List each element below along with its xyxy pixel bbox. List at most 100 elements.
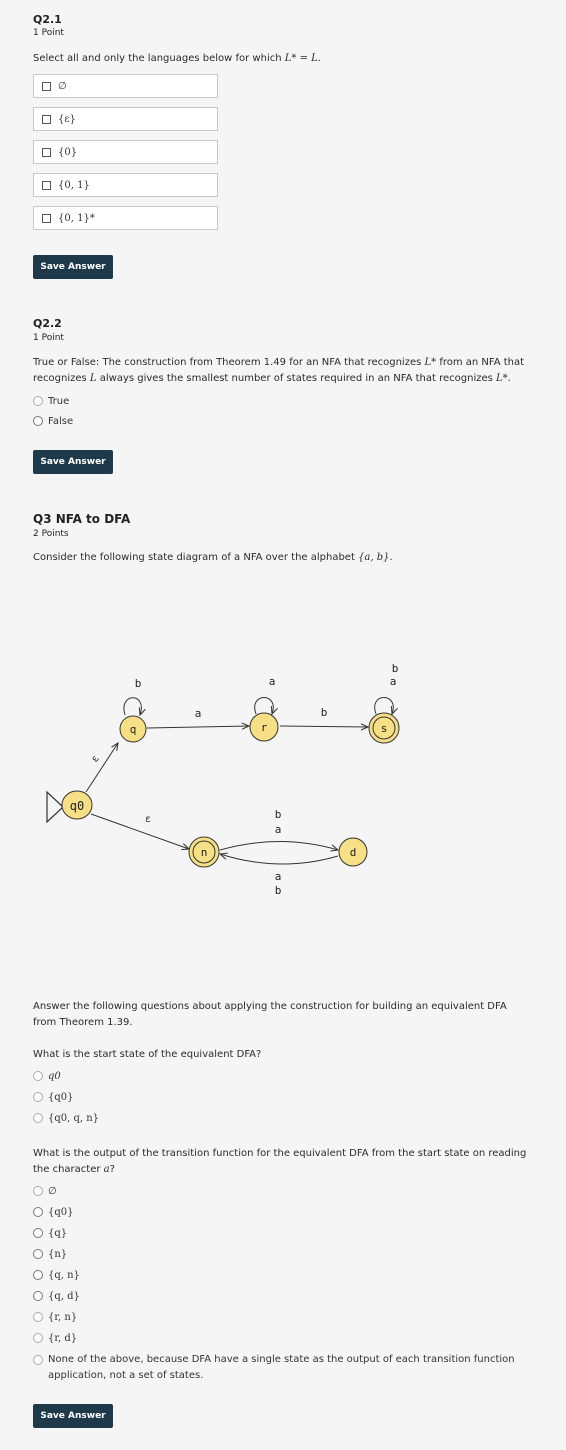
checkbox[interactable]: [42, 114, 51, 124]
q22-points: 1 Point: [33, 333, 64, 343]
radio-button[interactable]: [33, 1228, 43, 1238]
radio-button[interactable]: [33, 1071, 43, 1081]
state-n-accept: n: [188, 836, 220, 868]
q22-prompt-part: .: [507, 373, 511, 384]
q22-option-true[interactable]: True: [33, 393, 69, 409]
q3-sub2-option-none[interactable]: None of the above, because DFA have a si…: [33, 1352, 515, 1384]
q22-number: Q2.2: [33, 317, 62, 330]
radio-button[interactable]: [33, 1270, 43, 1280]
q21-prompt-text: Select all and only the languages below …: [33, 53, 285, 64]
radio-button[interactable]: [33, 1113, 43, 1123]
radio-button[interactable]: [33, 416, 43, 426]
option-label: {0, 1}: [58, 179, 90, 191]
checkbox[interactable]: [42, 147, 51, 157]
q3-points: 2 Points: [33, 529, 69, 539]
q21-save-button[interactable]: Save Answer: [33, 255, 113, 279]
edge-label: a: [275, 870, 282, 883]
q21-number: Q2.1: [33, 13, 62, 26]
q21-option-epsilon[interactable]: {ε}: [33, 107, 218, 131]
q3-sub2-line: What is the output of the transition fun…: [33, 1148, 527, 1159]
q3-sub1-question: What is the start state of the equivalen…: [33, 1049, 262, 1060]
q3-intro-line: from Theorem 1.39.: [33, 1017, 133, 1028]
q22-prompt-math: L*: [424, 357, 437, 368]
radio-button[interactable]: [33, 1291, 43, 1301]
option-label: ∅: [58, 80, 67, 92]
q3-sub2-line: the character: [33, 1164, 104, 1175]
checkbox[interactable]: [42, 81, 51, 91]
q22-save-button[interactable]: Save Answer: [33, 450, 113, 474]
option-label: {q0}: [48, 1206, 74, 1218]
radio-button[interactable]: [33, 1355, 43, 1365]
q3-sub2-option-q[interactable]: {q}: [33, 1225, 67, 1241]
edge-q0-n: [90, 813, 189, 849]
radio-button[interactable]: [33, 396, 43, 406]
q3-sub2-option-r-d[interactable]: {r, d}: [33, 1330, 77, 1346]
edge-label: b: [275, 808, 282, 821]
option-label: q0: [48, 1070, 61, 1082]
checkbox[interactable]: [42, 180, 51, 190]
q3-sub2-option-n[interactable]: {n}: [33, 1246, 67, 1262]
q21-option-zero-one[interactable]: {0, 1}: [33, 173, 218, 197]
loop-s: [374, 697, 394, 715]
option-label: False: [48, 415, 74, 427]
q3-title: Q3 NFA to DFA: [33, 512, 131, 526]
edge-n-d: [219, 841, 338, 851]
q22-prompt-part: always gives the smallest number of stat…: [96, 373, 497, 384]
option-label: {r, n}: [48, 1311, 78, 1323]
option-label: True: [48, 395, 70, 407]
edge-label: ε: [145, 814, 151, 825]
q3-sub2-option-empty[interactable]: ∅: [33, 1183, 57, 1199]
q3-sub2-option-q-d[interactable]: {q, d}: [33, 1288, 80, 1304]
q3-sub2-option-r-n[interactable]: {r, n}: [33, 1309, 77, 1325]
option-label: {ε}: [58, 113, 76, 125]
state-label: q: [130, 723, 137, 736]
radio-button[interactable]: [33, 1207, 43, 1217]
state-label: n: [201, 846, 208, 859]
edge-label: b: [275, 884, 282, 897]
q22-prompt-part: True or False: The construction from The…: [33, 357, 425, 368]
edge-q0-q: [85, 743, 118, 793]
edge-label: a: [269, 675, 276, 688]
state-label: s: [381, 722, 388, 735]
q22-prompt-part: from an NFA that: [436, 357, 525, 368]
state-label: q0: [70, 799, 84, 813]
edge-label: b: [135, 677, 142, 690]
q21-option-zero-one-star[interactable]: {0, 1}*: [33, 206, 218, 230]
edge-r-s: [279, 726, 368, 727]
state-q0: q0: [61, 790, 93, 820]
radio-button[interactable]: [33, 1333, 43, 1343]
q3-sub1-option-set-q0-q-n[interactable]: {q0, q, n}: [33, 1110, 99, 1126]
q3-sub1-option-q0[interactable]: q0: [33, 1068, 61, 1084]
state-q: q: [119, 715, 147, 743]
q21-option-empty-set[interactable]: ∅: [33, 74, 218, 98]
state-r: r: [249, 712, 279, 742]
q3-prompt-text: Consider the following state diagram of …: [33, 552, 359, 563]
q3-sub2-option-q-n[interactable]: {q, n}: [33, 1267, 80, 1283]
start-arrow-icon: [46, 790, 64, 824]
option-label: {n}: [48, 1248, 68, 1260]
state-s-accept: s: [368, 712, 400, 744]
radio-button[interactable]: [33, 1312, 43, 1322]
option-label: {r, d}: [48, 1332, 78, 1344]
q22-prompt-part: recognizes: [33, 373, 90, 384]
checkbox[interactable]: [42, 213, 51, 223]
edge-label: b: [392, 662, 399, 675]
option-label: {q}: [48, 1227, 68, 1239]
option-label: {q0, q, n}: [48, 1112, 100, 1124]
q22-prompt-math: L*: [496, 373, 508, 384]
q3-save-button[interactable]: Save Answer: [33, 1404, 113, 1428]
edge-label: a: [275, 823, 282, 836]
q3-sub2-option-q0[interactable]: {q0}: [33, 1204, 74, 1220]
q3-prompt: Consider the following state diagram of …: [33, 550, 393, 566]
radio-button[interactable]: [33, 1186, 43, 1196]
q3-sub1-option-set-q0[interactable]: {q0}: [33, 1089, 74, 1105]
q22-option-false[interactable]: False: [33, 413, 73, 429]
edge-label: a: [195, 707, 202, 720]
q21-prompt-math: L* = L.: [284, 53, 321, 64]
edge-label: ε: [89, 753, 101, 764]
radio-button[interactable]: [33, 1092, 43, 1102]
radio-button[interactable]: [33, 1249, 43, 1259]
q3-sub2-line: ?: [109, 1164, 115, 1175]
q21-option-zero[interactable]: {0}: [33, 140, 218, 164]
q22-prompt-math: L: [89, 373, 97, 384]
